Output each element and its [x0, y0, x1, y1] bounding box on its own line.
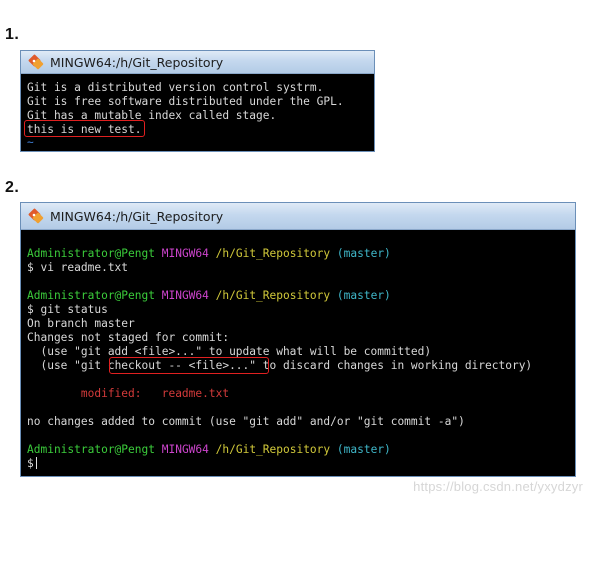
- git-bash-icon: [28, 208, 44, 224]
- step-2-label: 2.: [5, 179, 20, 196]
- prompt-path: /h/Git_Repository: [215, 247, 331, 260]
- terminal-window-2[interactable]: MINGW64:/h/Git_Repository Administrator@…: [20, 202, 576, 477]
- window-title: MINGW64:/h/Git_Repository: [50, 54, 224, 70]
- output-line: Changes not staged for commit:: [27, 331, 230, 344]
- prompt-user: Administrator@Pengt: [27, 443, 155, 456]
- prompt-system: MINGW64: [161, 443, 209, 456]
- output-line: (use "git checkout -- <file>..." to disc…: [27, 359, 532, 373]
- tilde-line: ~: [27, 136, 34, 149]
- output-line: On branch master: [27, 317, 135, 330]
- prompt-branch: (master): [336, 247, 391, 260]
- terminal-window-1[interactable]: MINGW64:/h/Git_Repository Git is a distr…: [20, 50, 375, 152]
- prompt-line: Administrator@Pengt MINGW64 /h/Git_Repos…: [27, 443, 391, 457]
- highlight-box: [24, 120, 145, 137]
- output-text: (use "git: [27, 359, 108, 372]
- terminal-line: Git is free software distributed under t…: [27, 95, 344, 108]
- window-title: MINGW64:/h/Git_Repository: [50, 208, 224, 224]
- output-text: to discard changes in working directory): [256, 359, 533, 372]
- prompt-path: /h/Git_Repository: [215, 289, 331, 302]
- prompt-line: Administrator@Pengt MINGW64 /h/Git_Repos…: [27, 289, 391, 303]
- terminal-body-2[interactable]: Administrator@Pengt MINGW64 /h/Git_Repos…: [21, 230, 575, 476]
- modified-file: readme.txt: [161, 387, 230, 400]
- prompt-user: Administrator@Pengt: [27, 289, 155, 302]
- prompt-system: MINGW64: [161, 289, 209, 302]
- prompt-branch: (master): [336, 289, 391, 302]
- git-bash-icon: [28, 54, 44, 70]
- step-1-label: 1.: [5, 26, 20, 43]
- prompt-system: MINGW64: [161, 247, 209, 260]
- prompt-branch: (master): [336, 443, 391, 456]
- watermark: https://blog.csdn.net/yxydzyr: [413, 479, 583, 494]
- title-bar-1[interactable]: MINGW64:/h/Git_Repository: [21, 51, 374, 74]
- modified-label: modified:: [27, 387, 162, 400]
- prompt-symbol: $: [27, 457, 34, 470]
- modified-line: modified: readme.txt: [27, 387, 229, 401]
- prompt-path: /h/Git_Repository: [215, 443, 331, 456]
- title-bar-2[interactable]: MINGW64:/h/Git_Repository: [21, 203, 575, 230]
- prompt-line: Administrator@Pengt MINGW64 /h/Git_Repos…: [27, 247, 391, 261]
- text-cursor: [35, 457, 37, 469]
- prompt-user: Administrator@Pengt: [27, 247, 155, 260]
- input-prompt[interactable]: $: [27, 457, 37, 471]
- command-line: $ vi readme.txt: [27, 261, 129, 274]
- command-line: $ git status: [27, 303, 108, 316]
- terminal-line: Git is a distributed version control sys…: [27, 81, 324, 94]
- terminal-body-1[interactable]: Git is a distributed version control sys…: [21, 74, 374, 151]
- highlight-box: [109, 357, 269, 374]
- output-line: no changes added to commit (use "git add…: [27, 415, 465, 428]
